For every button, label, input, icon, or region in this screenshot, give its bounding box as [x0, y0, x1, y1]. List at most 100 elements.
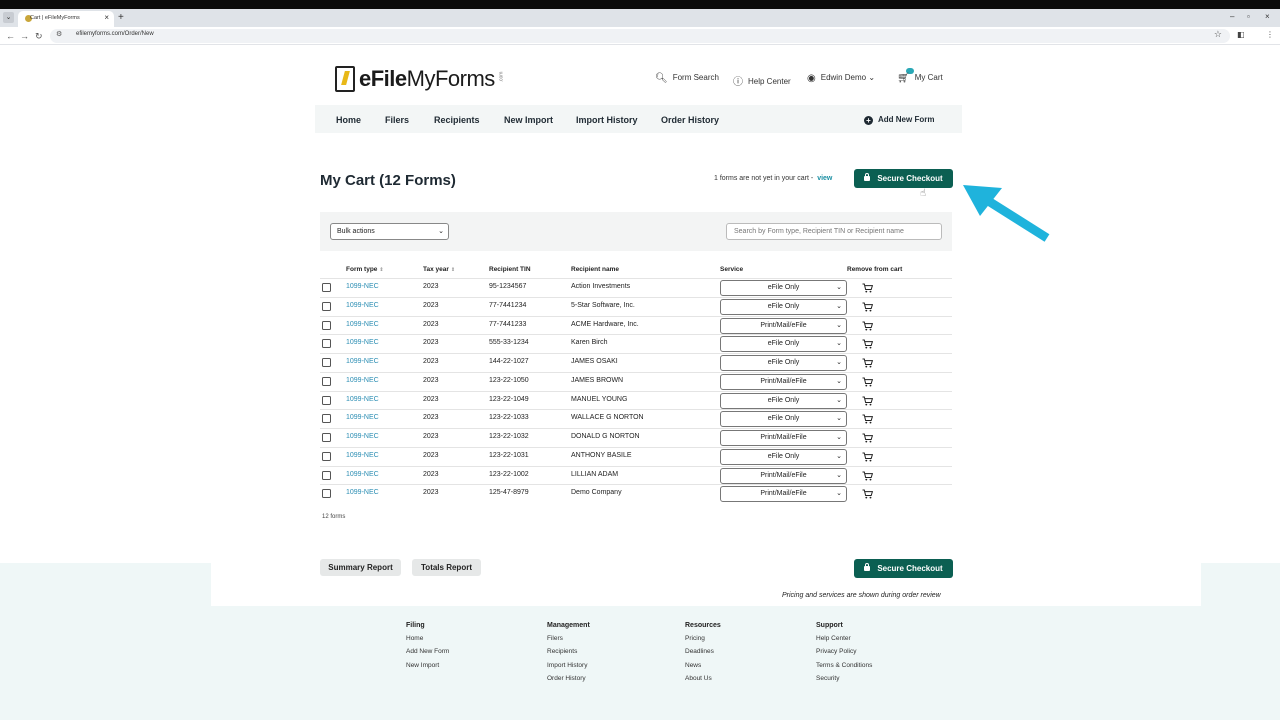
service-select[interactable]: Print/Mail/eFile ⌄: [720, 430, 847, 446]
new-tab-icon[interactable]: +: [118, 12, 124, 23]
nav-import-history[interactable]: Import History: [576, 115, 638, 125]
forward-icon[interactable]: →: [20, 30, 29, 42]
remove-from-cart-icon[interactable]: [862, 299, 874, 317]
form-type-link[interactable]: 1099-NEC: [346, 414, 379, 421]
remove-from-cart-icon[interactable]: [862, 280, 874, 298]
form-type-link[interactable]: 1099-NEC: [346, 489, 379, 496]
nav-home[interactable]: Home: [336, 115, 361, 125]
footer-link[interactable]: About Us: [685, 675, 721, 688]
form-type-link[interactable]: 1099-NEC: [346, 358, 379, 365]
remove-from-cart-icon[interactable]: [862, 336, 874, 354]
footer-link[interactable]: Deadlines: [685, 648, 721, 661]
footer-link[interactable]: Recipients: [547, 648, 590, 661]
service-select[interactable]: eFile Only ⌄: [720, 411, 847, 428]
remove-from-cart-icon[interactable]: [862, 411, 874, 429]
row-checkbox[interactable]: [322, 358, 331, 367]
secure-checkout-button-top[interactable]: Secure Checkout: [854, 169, 953, 188]
user-menu[interactable]: ◉ Edwin Demo ⌄: [807, 73, 875, 84]
service-select[interactable]: Print/Mail/eFile ⌄: [720, 486, 847, 503]
close-tab-icon[interactable]: ×: [104, 13, 109, 22]
form-type-link[interactable]: 1099-NEC: [346, 433, 379, 440]
service-select[interactable]: eFile Only ⌄: [720, 336, 847, 353]
site-info-icon[interactable]: ⚙: [56, 30, 62, 38]
row-checkbox[interactable]: [322, 283, 331, 292]
service-select[interactable]: eFile Only ⌄: [720, 355, 847, 371]
bulk-actions-select[interactable]: Bulk actions ⌄: [330, 223, 449, 240]
cart-search-input[interactable]: Search by Form type, Recipient TIN or Re…: [726, 223, 942, 240]
form-type-link[interactable]: 1099-NEC: [346, 377, 379, 384]
nav-filers[interactable]: Filers: [385, 115, 409, 125]
row-checkbox[interactable]: [322, 489, 331, 499]
row-checkbox[interactable]: [322, 320, 331, 330]
maximize-icon[interactable]: ▫: [1247, 12, 1250, 21]
form-type-link[interactable]: 1099-NEC: [346, 396, 379, 403]
row-checkbox[interactable]: [322, 395, 331, 405]
remove-from-cart-icon[interactable]: [862, 449, 874, 467]
form-type-link[interactable]: 1099-NEC: [346, 339, 379, 346]
tab-menu-chevron-icon[interactable]: ⌄: [3, 12, 14, 23]
row-checkbox[interactable]: [322, 414, 331, 424]
header-tax-year[interactable]: Tax year ⇕: [423, 266, 455, 273]
remove-from-cart-icon[interactable]: [862, 393, 874, 411]
form-type-link[interactable]: 1099-NEC: [346, 302, 379, 309]
address-bar[interactable]: ⚙ efilemyforms.com/Order/New ☆: [50, 29, 1230, 43]
view-link[interactable]: view: [817, 175, 832, 182]
service-select[interactable]: Print/Mail/eFile ⌄: [720, 373, 847, 390]
header-form-type[interactable]: Form type ⇕: [346, 266, 384, 273]
remove-from-cart-icon[interactable]: [862, 468, 874, 486]
row-checkbox[interactable]: [322, 339, 331, 349]
row-checkbox[interactable]: [322, 433, 331, 442]
nav-new-import[interactable]: New Import: [504, 115, 553, 125]
browser-menu-icon[interactable]: ⋮: [1266, 30, 1274, 39]
back-icon[interactable]: ←: [6, 30, 15, 42]
service-select[interactable]: eFile Only ⌄: [720, 298, 847, 315]
footer-link[interactable]: Privacy Policy: [816, 648, 872, 661]
secure-checkout-button-bottom[interactable]: Secure Checkout: [854, 559, 953, 578]
form-type-link[interactable]: 1099-NEC: [346, 471, 379, 478]
row-checkbox[interactable]: [322, 301, 331, 311]
footer-link[interactable]: Filers: [547, 635, 590, 648]
footer-link[interactable]: Terms & Conditions: [816, 662, 872, 675]
footer-link[interactable]: Security: [816, 675, 872, 688]
service-select[interactable]: Print/Mail/eFile ⌄: [720, 317, 847, 334]
service-select[interactable]: eFile Only ⌄: [720, 280, 847, 296]
footer-link[interactable]: Import History: [547, 662, 590, 675]
service-select[interactable]: Print/Mail/eFile ⌄: [720, 467, 847, 484]
footer-link[interactable]: New Import: [406, 662, 449, 675]
footer-link[interactable]: Order History: [547, 675, 590, 688]
remove-from-cart-icon[interactable]: [862, 430, 874, 448]
form-type-link[interactable]: 1099-NEC: [346, 452, 379, 459]
help-center-link[interactable]: ⓘ Help Center: [733, 73, 791, 88]
footer-link[interactable]: Home: [406, 635, 449, 648]
remove-from-cart-icon[interactable]: [862, 486, 874, 504]
minimize-icon[interactable]: –: [1230, 12, 1234, 21]
browser-tab[interactable]: Cart | eFileMyForms ×: [18, 11, 114, 27]
footer-link[interactable]: Pricing: [685, 635, 721, 648]
row-checkbox[interactable]: [322, 451, 331, 461]
logo[interactable]: eFileMyForms: [359, 66, 495, 92]
footer-link[interactable]: News: [685, 662, 721, 675]
remove-from-cart-icon[interactable]: [862, 374, 874, 392]
service-select[interactable]: eFile Only ⌄: [720, 392, 847, 409]
footer-link[interactable]: Help Center: [816, 635, 872, 648]
nav-order-history[interactable]: Order History: [661, 115, 719, 125]
add-new-form-button[interactable]: + Add New Form: [864, 115, 934, 125]
window-close-icon[interactable]: ×: [1265, 12, 1270, 21]
form-type-link[interactable]: 1099-NEC: [346, 283, 379, 290]
remove-from-cart-icon[interactable]: [862, 318, 874, 336]
remove-from-cart-icon[interactable]: [862, 355, 874, 373]
totals-report-button[interactable]: Totals Report: [412, 559, 481, 576]
summary-report-button[interactable]: Summary Report: [320, 559, 401, 576]
service-select[interactable]: eFile Only ⌄: [720, 448, 847, 465]
logo-lightning-icon[interactable]: [335, 66, 355, 92]
reload-icon[interactable]: ↻: [35, 30, 43, 42]
footer-link[interactable]: Add New Form: [406, 648, 449, 661]
sidebar-icon[interactable]: ◧: [1237, 30, 1245, 39]
bookmark-star-icon[interactable]: ☆: [1214, 29, 1222, 40]
row-checkbox[interactable]: [322, 470, 331, 480]
row-checkbox[interactable]: [322, 376, 331, 386]
form-type-link[interactable]: 1099-NEC: [346, 321, 379, 328]
form-search-link[interactable]: 🔍︎ Form Search: [655, 73, 719, 84]
nav-recipients[interactable]: Recipients: [434, 115, 480, 125]
my-cart-link[interactable]: 🛒︎ My Cart: [897, 73, 943, 84]
